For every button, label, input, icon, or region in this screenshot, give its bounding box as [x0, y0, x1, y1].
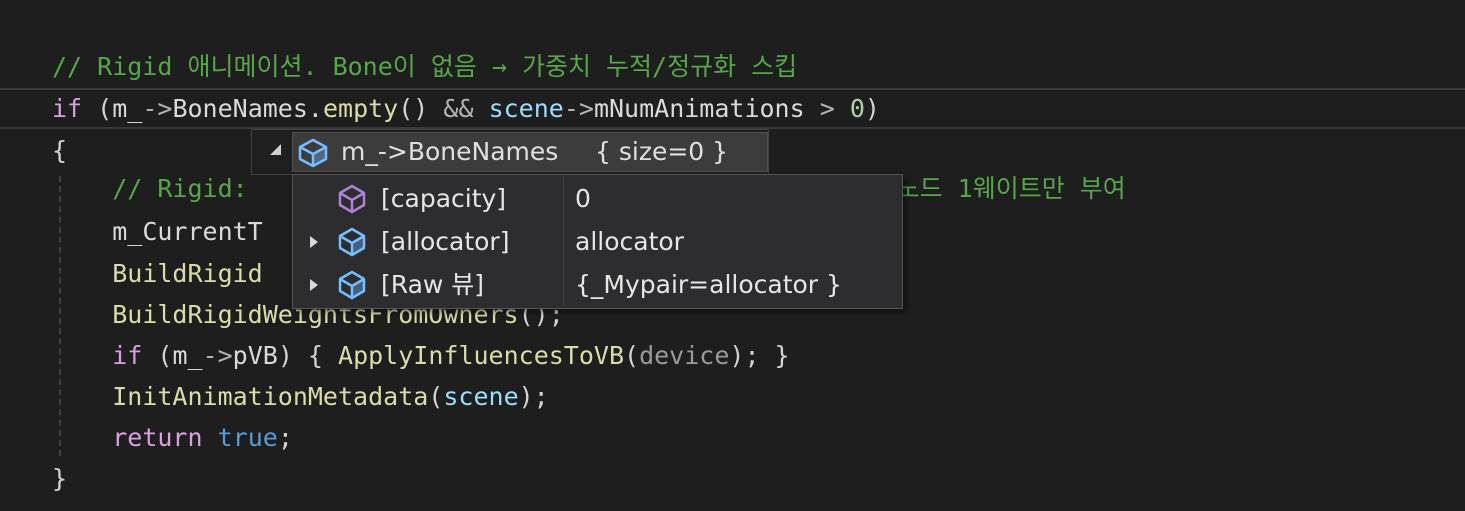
object-field-icon: [336, 269, 368, 301]
datatip-header[interactable]: m_->BoneNames { size=0 }: [251, 129, 769, 175]
code-token: 0: [849, 94, 865, 123]
property-icon: [336, 183, 368, 215]
code-token: ->: [142, 94, 173, 123]
code-line[interactable]: InitAnimationMetadata(scene);: [0, 376, 1465, 417]
column-divider: [563, 177, 564, 220]
code-line-current[interactable]: if (m_->BoneNames.empty() && scene->mNum…: [0, 88, 1465, 129]
line-content: BuildRigid: [52, 253, 263, 294]
line-content: {: [52, 130, 67, 171]
code-token: BuildRigid: [112, 259, 263, 288]
code-token: >: [804, 94, 850, 123]
datatip-expression[interactable]: m_->BoneNames: [341, 135, 558, 169]
code-token: BoneNames: [172, 94, 308, 123]
code-line[interactable]: return true;: [0, 417, 1465, 458]
collapse-arrow-icon[interactable]: [270, 144, 281, 155]
code-token: pVB: [232, 341, 278, 370]
code-token: }: [52, 464, 68, 493]
code-token: ->: [563, 94, 594, 123]
code-token: (: [142, 341, 173, 370]
datatip-row-value[interactable]: allocator: [575, 224, 684, 259]
datatip-children: [capacity] 0 [allocator] allocator [Raw …: [292, 174, 903, 309]
code-token: (: [82, 94, 113, 123]
datatip-row-value[interactable]: 0: [575, 181, 591, 216]
line-content: // Rigid 애니메이션. Bone이 없음 → 가중치 누적/정규화 스킵: [52, 46, 797, 87]
line-content: if (m_->BoneNames.empty() && scene->mNum…: [52, 90, 880, 127]
code-token: .: [307, 94, 323, 123]
object-field-icon: [336, 226, 368, 258]
code-token: scene: [443, 382, 519, 411]
code-token: true: [217, 423, 278, 452]
datatip-row-raw-view[interactable]: [Raw 뷰] {_Mypair=allocator }: [293, 263, 902, 306]
line-content: if (m_->pVB) { ApplyInfluencesToVB(devic…: [52, 335, 790, 376]
line-content: m_CurrentT: [52, 211, 263, 252]
code-line[interactable]: if (m_->pVB) { ApplyInfluencesToVB(devic…: [0, 335, 1465, 376]
column-divider: [563, 220, 564, 263]
code-token: return: [112, 423, 203, 452]
code-token: m_CurrentT: [112, 217, 263, 246]
code-token: ) {: [277, 341, 339, 370]
code-token: empty: [322, 94, 399, 123]
code-token: if: [112, 341, 143, 370]
datatip-row-capacity[interactable]: [capacity] 0: [293, 177, 902, 220]
datatip-row-allocator[interactable]: [allocator] allocator: [293, 220, 902, 263]
line-content: InitAnimationMetadata(scene);: [52, 376, 549, 417]
line-content: }: [52, 458, 67, 499]
datatip-row-name: [capacity]: [381, 184, 507, 213]
code-token: ApplyInfluencesToVB: [338, 341, 625, 370]
code-token: (): [398, 94, 444, 123]
datatip-row-name: [allocator]: [381, 227, 510, 256]
code-token: ->: [202, 341, 233, 370]
datatip-expression-value[interactable]: { size=0 }: [595, 135, 728, 169]
code-line[interactable]: }: [0, 458, 1465, 499]
code-token: &&: [443, 94, 474, 123]
code-token: ); }: [729, 341, 790, 370]
object-field-icon: [296, 136, 330, 170]
code-token: {: [52, 136, 68, 165]
column-divider: [563, 263, 564, 306]
datatip-row-name: [Raw 뷰]: [381, 270, 485, 299]
code-token: InitAnimationMetadata: [112, 382, 429, 411]
code-token: mNumAnimations: [593, 94, 805, 123]
code-token: );: [518, 382, 549, 411]
code-token: scene: [488, 94, 564, 123]
code-token: // Rigid:: [112, 174, 248, 203]
code-token: if: [52, 94, 83, 123]
line-content: return true;: [52, 417, 293, 458]
code-token: (: [428, 382, 444, 411]
datatip-row-value[interactable]: {_Mypair=allocator }: [575, 267, 842, 302]
code-token: device: [639, 341, 730, 370]
expand-arrow-icon[interactable]: [310, 279, 318, 291]
code-token: // Rigid 애니메이션. Bone이 없음 → 가중치 누적/정규화 스킵: [52, 52, 798, 81]
code-token: (: [624, 341, 640, 370]
code-line[interactable]: // Rigid 애니메이션. Bone이 없음 → 가중치 누적/정규화 스킵: [0, 46, 1465, 87]
code-token: m_: [172, 341, 203, 370]
code-token: ): [864, 94, 880, 123]
code-token: m_: [112, 94, 143, 123]
expand-arrow-icon[interactable]: [310, 236, 318, 248]
code-token: ;: [277, 423, 293, 452]
